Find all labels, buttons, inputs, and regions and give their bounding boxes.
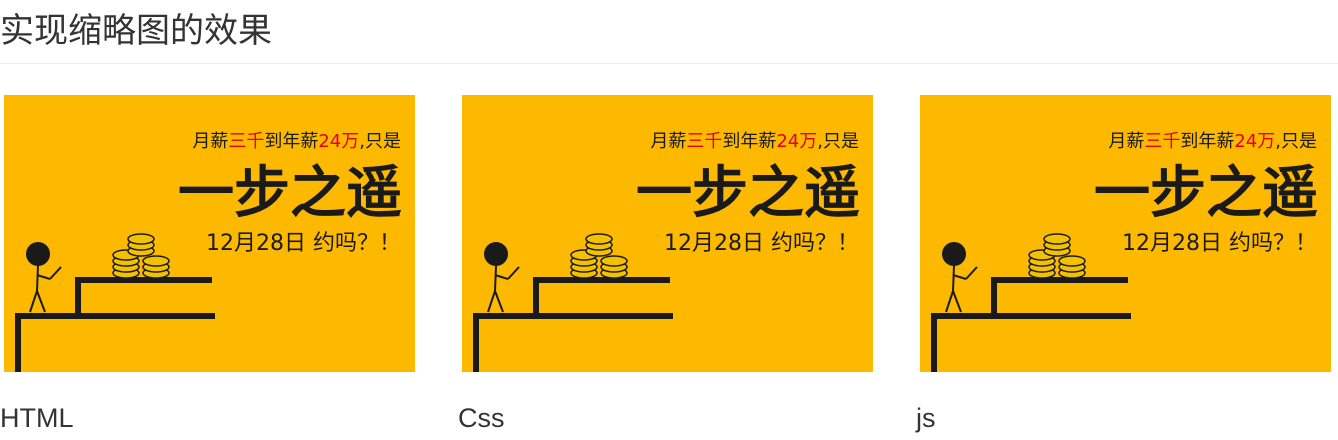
thumbnail-caption-html: HTML [0,403,74,433]
poster-tagline-a: 月薪 [192,131,228,152]
poster-tagline-c: 到年薪 [1180,131,1234,152]
poster-tagline-b: 三千 [228,131,264,152]
poster-headline: 一步之遥 [178,161,402,226]
poster-date-line: 12月28日 约吗？！ [206,231,401,256]
thumbnail-html[interactable]: 月薪三千到年薪24万,只是 一步之遥 12月28日 约吗？！ [4,95,415,372]
poster-image: 月薪三千到年薪24万,只是 一步之遥 12月28日 约吗？！ [4,95,415,372]
poster-tagline-c: 到年薪 [264,131,318,152]
poster-tagline-d: 24万 [1234,131,1275,152]
poster-date-line: 12月28日 约吗？！ [664,231,859,256]
poster-tagline-a: 月薪 [650,131,686,152]
poster-tagline-d: 24万 [776,131,817,152]
thumbnail-css[interactable]: 月薪三千到年薪24万,只是 一步之遥 12月28日 约吗？！ [462,95,873,372]
poster-date-line: 12月28日 约吗？！ [1122,231,1317,256]
svg-text:月薪三千到年薪24万,只是: 月薪三千到年薪24万,只是 [1108,131,1317,152]
poster-image: 月薪三千到年薪24万,只是 一步之遥 12月28日 约吗？！ [462,95,873,372]
poster-headline: 一步之遥 [636,161,860,226]
poster-tagline-e: ,只是 [359,131,401,152]
poster-tagline-b: 三千 [686,131,722,152]
svg-text:月薪三千到年薪24万,只是: 月薪三千到年薪24万,只是 [650,131,859,152]
page: 实现缩略图的效果 月薪三千到年薪24万,只是 一步之遥 12月28日 约吗？！ [0,0,1338,440]
page-header: 实现缩略图的效果 [0,0,1338,64]
thumbnail-caption-css: Css [458,403,505,433]
poster-image: 月薪三千到年薪24万,只是 一步之遥 12月28日 约吗？！ [920,95,1331,372]
poster-tagline-a: 月薪 [1108,131,1144,152]
poster-tagline-c: 到年薪 [722,131,776,152]
thumbnail-caption-js: js [916,403,936,433]
svg-text:月薪三千到年薪24万,只是: 月薪三千到年薪24万,只是 [192,131,401,152]
poster-tagline-b: 三千 [1144,131,1180,152]
page-title: 实现缩略图的效果 [0,11,272,51]
poster-headline: 一步之遥 [1094,161,1318,226]
poster-tagline-d: 24万 [318,131,359,152]
poster-tagline-e: ,只是 [817,131,859,152]
poster-tagline-e: ,只是 [1275,131,1317,152]
thumbnail-js[interactable]: 月薪三千到年薪24万,只是 一步之遥 12月28日 约吗？！ [920,95,1331,372]
